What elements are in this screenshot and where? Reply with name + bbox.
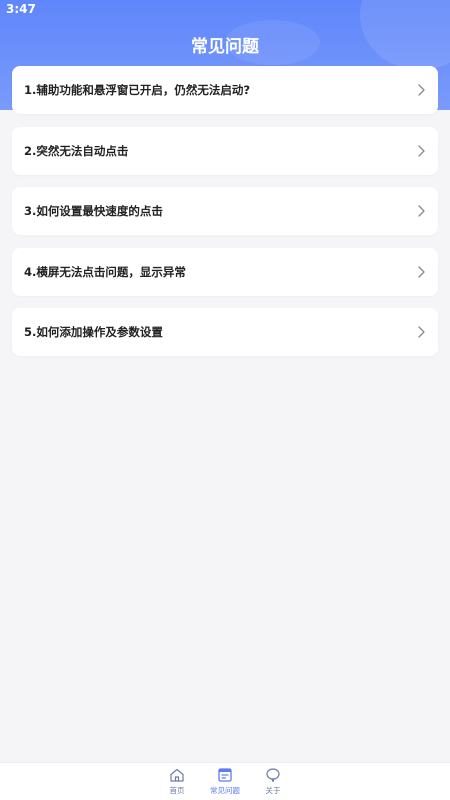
tab-faq[interactable]: 常见问题 (207, 763, 243, 800)
chevron-right-icon (418, 265, 425, 278)
faq-list: 1.辅助功能和悬浮窗已开启，仍然无法启动? 2.突然无法自动点击 3.如何设置最… (12, 66, 438, 369)
chevron-right-icon (418, 84, 425, 96)
chevron-right-icon (418, 326, 425, 338)
bottom-tab-bar: 首页 常见问题 关于 (0, 762, 450, 800)
faq-item-5[interactable]: 5.如何添加操作及参数设置 (12, 308, 438, 356)
faq-item-label: 3.如何设置最快速度的点击 (24, 204, 163, 218)
faq-screen: 3:47 常见问题 1.辅助功能和悬浮窗已开启，仍然无法启动? 2.突然无法自动… (0, 0, 450, 800)
chevron-right-icon (418, 144, 425, 157)
faq-item-label: 2.突然无法自动点击 (24, 143, 129, 158)
faq-item-1[interactable]: 1.辅助功能和悬浮窗已开启，仍然无法启动? (12, 66, 438, 114)
faq-item-label: 1.辅助功能和悬浮窗已开启，仍然无法启动? (24, 83, 251, 97)
faq-item-label: 4.横屏无法点击问题，显示异常 (24, 264, 186, 279)
chevron-right-icon (418, 205, 425, 217)
tab-label: 常见问题 (210, 786, 240, 795)
faq-item-4[interactable]: 4.横屏无法点击问题，显示异常 (12, 247, 438, 296)
tab-about[interactable]: 关于 (255, 763, 291, 800)
faq-item-3[interactable]: 3.如何设置最快速度的点击 (12, 187, 438, 235)
faq-item-label: 5.如何添加操作及参数设置 (24, 325, 163, 339)
home-icon (170, 768, 184, 782)
tab-home[interactable]: 首页 (159, 763, 195, 800)
status-time: 3:47 (6, 2, 36, 16)
faq-item-2[interactable]: 2.突然无法自动点击 (12, 126, 438, 175)
page-title: 常见问题 (191, 37, 259, 57)
chat-bubble-icon (266, 768, 280, 783)
tab-label: 首页 (169, 786, 185, 795)
faq-icon (218, 768, 232, 782)
tab-label: 关于 (265, 786, 281, 795)
